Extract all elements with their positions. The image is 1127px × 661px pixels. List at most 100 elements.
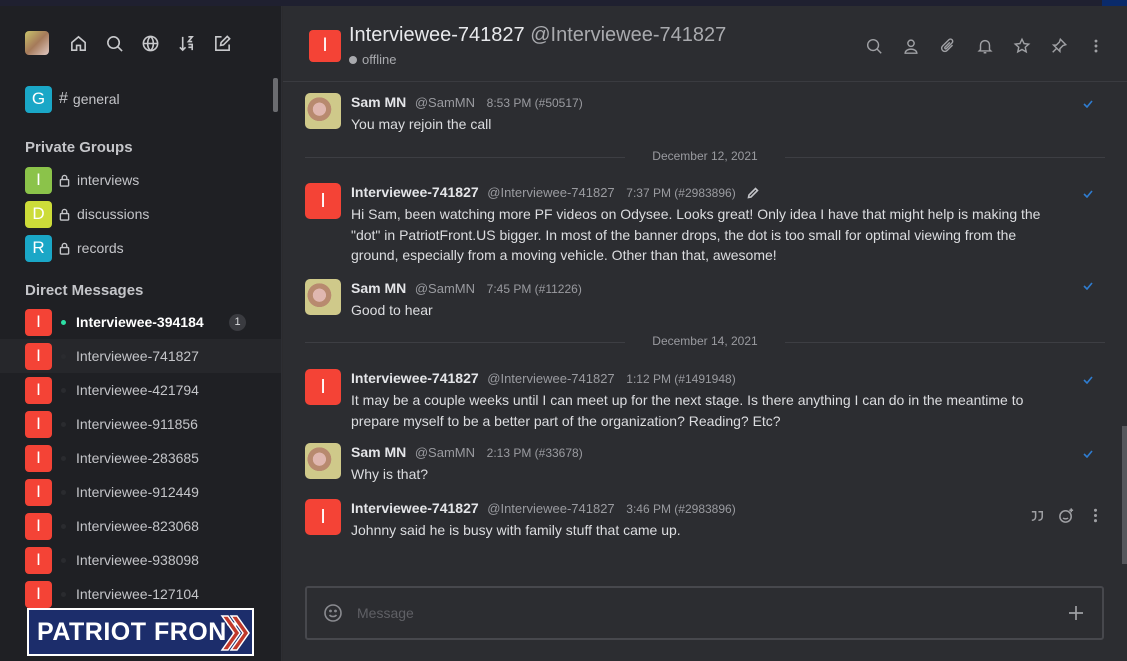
- user-info-icon[interactable]: [899, 34, 922, 57]
- dm-item[interactable]: I Interviewee-911856: [0, 407, 281, 441]
- sender-handle: @Interviewee-741827: [487, 501, 615, 516]
- add-reaction-icon[interactable]: [1057, 506, 1076, 525]
- message-input[interactable]: Message: [357, 605, 414, 621]
- dm-label: Interviewee-421794: [76, 382, 199, 398]
- bell-icon[interactable]: [973, 34, 996, 57]
- date-divider-label: December 12, 2021: [652, 149, 758, 163]
- dm-item-selected[interactable]: I Interviewee-741827: [0, 339, 281, 373]
- read-check-icon: [1083, 445, 1093, 459]
- logo-chevron-icon: [220, 615, 250, 651]
- sender-avatar[interactable]: I: [305, 499, 341, 535]
- read-check-icon: [1083, 371, 1093, 385]
- message-meta: Interviewee-741827 @Interviewee-741827 7…: [351, 184, 759, 202]
- sender-name[interactable]: Interviewee-741827: [351, 500, 479, 516]
- read-check-icon: [1083, 277, 1093, 291]
- sender-avatar[interactable]: [305, 279, 341, 315]
- pin-icon[interactable]: [1047, 34, 1070, 57]
- directory-globe-icon[interactable]: [132, 25, 168, 61]
- message-time: 1:12 PM (#1491948): [626, 372, 736, 386]
- sidebar-item-general[interactable]: G # general: [0, 82, 281, 116]
- sender-name[interactable]: Sam MN: [351, 280, 406, 296]
- message[interactable]: Sam MN @SamMN 2:13 PM (#33678) Why is th…: [305, 443, 1105, 483]
- message[interactable]: Sam MN @SamMN 8:53 PM (#50517) You may r…: [305, 93, 1105, 133]
- logo-text: PATRIOT FRONT: [37, 617, 243, 646]
- dm-item[interactable]: I Interviewee-421794: [0, 373, 281, 407]
- sender-handle: @Interviewee-741827: [487, 185, 615, 200]
- dm-label: Interviewee-127104: [76, 586, 199, 602]
- message-menu-icon[interactable]: [1086, 506, 1105, 525]
- dm-item[interactable]: I Interviewee-823068: [0, 509, 281, 543]
- message-hovered[interactable]: I Interviewee-741827 @Interviewee-741827…: [305, 499, 1105, 543]
- patriot-front-logo: PATRIOT FRONT: [27, 608, 254, 656]
- sender-avatar[interactable]: I: [305, 369, 341, 405]
- private-groups-heading: Private Groups: [25, 138, 133, 156]
- sender-avatar[interactable]: [305, 93, 341, 129]
- dm-avatar: I: [25, 342, 52, 370]
- message-meta: Interviewee-741827 @Interviewee-741827 3…: [351, 500, 736, 516]
- date-divider-label: December 14, 2021: [652, 334, 758, 348]
- sidebar-item-discussions[interactable]: D discussions: [0, 197, 281, 231]
- sidebar-item-label: discussions: [77, 206, 150, 222]
- sender-name[interactable]: Sam MN: [351, 444, 406, 460]
- message-time: 3:46 PM (#2983896): [626, 502, 736, 516]
- message-time: 2:13 PM (#33678): [486, 446, 583, 460]
- sender-name[interactable]: Interviewee-741827: [351, 370, 479, 386]
- emoji-icon[interactable]: [323, 603, 343, 628]
- date-divider: December 14, 2021: [305, 334, 1105, 350]
- dm-label: Interviewee-741827: [76, 348, 199, 364]
- offline-status-dot: [61, 557, 66, 563]
- read-check-icon: [1083, 95, 1093, 109]
- date-divider: December 12, 2021: [305, 149, 1105, 165]
- lock-icon: [59, 242, 71, 255]
- message-meta: Interviewee-741827 @Interviewee-741827 1…: [351, 370, 736, 386]
- room-status: offline: [349, 52, 396, 67]
- user-avatar[interactable]: [25, 31, 49, 55]
- dm-avatar: I: [25, 376, 52, 404]
- online-status-dot: [61, 319, 66, 325]
- dm-label: Interviewee-283685: [76, 450, 199, 466]
- message-list: Sam MN @SamMN 8:53 PM (#50517) You may r…: [283, 83, 1127, 563]
- kebab-menu-icon[interactable]: [1084, 34, 1107, 57]
- message-time: 8:53 PM (#50517): [486, 96, 583, 110]
- dm-item[interactable]: I Interviewee-938098: [0, 543, 281, 577]
- sender-avatar[interactable]: [305, 443, 341, 479]
- message-text: Why is that?: [351, 466, 429, 482]
- lock-icon: [59, 208, 71, 221]
- sidebar-item-label: interviews: [77, 172, 140, 188]
- sidebar-item-interviews[interactable]: I interviews: [0, 163, 281, 197]
- sender-name[interactable]: Sam MN: [351, 94, 406, 110]
- create-new-icon[interactable]: [204, 25, 240, 61]
- dm-item[interactable]: I Interviewee-127104: [0, 577, 281, 611]
- channel-avatar: G: [25, 85, 52, 113]
- dm-item[interactable]: I Interviewee-283685: [0, 441, 281, 475]
- attachment-icon[interactable]: [936, 34, 959, 57]
- search-icon[interactable]: [96, 25, 132, 61]
- sidebar-item-label: general: [72, 91, 120, 107]
- search-icon[interactable]: [862, 34, 885, 57]
- message-list-scrollbar[interactable]: [1122, 426, 1127, 564]
- message-actions: [1028, 506, 1105, 525]
- dm-avatar: I: [25, 580, 52, 608]
- offline-status-dot: [61, 591, 66, 597]
- quote-icon[interactable]: [1028, 506, 1047, 525]
- sidebar-item-records[interactable]: R records: [0, 231, 281, 265]
- message-meta: Sam MN @SamMN 8:53 PM (#50517): [351, 94, 583, 110]
- group-avatar: D: [25, 200, 52, 228]
- message[interactable]: I Interviewee-741827 @Interviewee-741827…: [305, 369, 1105, 433]
- sidebar: G # general Private Groups I interviews …: [0, 6, 282, 661]
- plus-icon[interactable]: [1066, 603, 1086, 628]
- offline-status-dot: [61, 387, 66, 393]
- read-check-icon: [1083, 185, 1093, 199]
- dm-label: Interviewee-911856: [76, 416, 198, 432]
- chat-panel: I Interviewee-741827 @Interviewee-741827…: [283, 6, 1127, 661]
- home-icon[interactable]: [60, 25, 96, 61]
- sort-icon[interactable]: [168, 25, 204, 61]
- message-composer[interactable]: Message: [305, 586, 1104, 640]
- dm-item[interactable]: I Interviewee-912449: [0, 475, 281, 509]
- star-icon[interactable]: [1010, 34, 1033, 57]
- sender-avatar[interactable]: I: [305, 183, 341, 219]
- dm-item[interactable]: I Interviewee-394184 1: [0, 305, 281, 339]
- sender-name[interactable]: Interviewee-741827: [351, 184, 479, 200]
- message[interactable]: I Interviewee-741827 @Interviewee-741827…: [305, 183, 1105, 267]
- message[interactable]: Sam MN @SamMN 7:45 PM (#11226) Good to h…: [305, 279, 1105, 319]
